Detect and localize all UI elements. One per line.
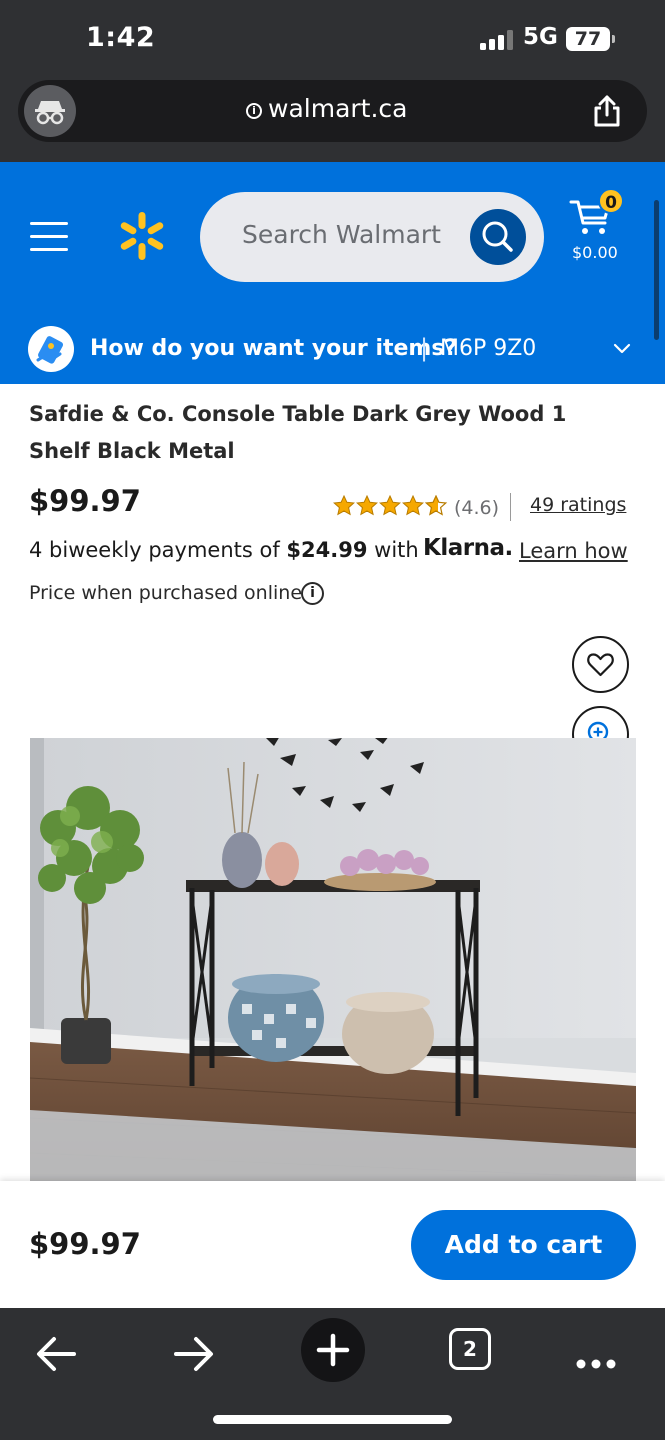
product-title: Safdie & Co. Console Table Dark Grey Woo… [29,402,567,463]
star-icon [402,495,424,515]
delivery-divider: | [420,334,429,362]
klarna-logo: Klarna. [423,535,513,561]
forward-arrow-icon[interactable] [164,1324,224,1384]
delivery-icon [28,326,74,372]
star-icon [379,495,401,515]
product-image[interactable] [30,738,636,1181]
back-arrow-icon[interactable] [26,1324,86,1384]
network-label: 5G [523,24,558,50]
cart-count-badge: 0 [598,188,624,214]
incognito-icon[interactable] [24,85,76,137]
search-button[interactable] [470,209,526,265]
status-bar: 1:42 5G 77 [0,0,665,80]
signal-icon [480,30,514,50]
browser-toolbar: 2 [0,1308,665,1440]
walmart-spark-icon[interactable] [116,210,168,262]
info-icon[interactable]: i [301,582,324,605]
battery-indicator: 77 [566,27,615,51]
rating-divider [510,493,511,521]
installment-with: with [374,538,419,562]
sticky-cart-bar: $99.97 Add to cart [0,1181,665,1308]
installment-amount: $24.99 [286,538,368,562]
tabs-icon[interactable]: 2 [449,1328,491,1370]
chevron-down-icon [613,343,631,354]
cart-button[interactable]: 0 $0.00 [568,188,628,268]
new-tab-button[interactable] [301,1318,365,1382]
url-bar[interactable]: i walmart.ca [18,80,647,142]
home-indicator[interactable] [213,1415,452,1424]
delivery-selector[interactable]: How do you want your items? | M6P 9Z0 [0,314,665,384]
learn-how-link[interactable]: Learn how [519,539,628,563]
browser-url-area: i walmart.ca [0,80,665,162]
search-input[interactable]: Search Walmart [200,192,544,282]
star-half-icon [425,495,447,516]
star-rating[interactable] [333,495,451,517]
plus-icon [316,1333,350,1367]
status-time: 1:42 [86,22,156,53]
star-icon [356,495,378,515]
add-to-cart-button[interactable]: Add to cart [411,1210,636,1280]
star-icon [333,495,355,515]
favorite-button[interactable] [572,636,629,693]
info-icon: i [246,103,262,119]
more-icon[interactable] [566,1324,626,1384]
price-note: Price when purchased online [29,582,303,604]
heart-icon [587,653,614,677]
installment-prefix: 4 biweekly payments of [29,538,280,562]
rating-value: (4.6) [454,497,500,519]
url-domain: walmart.ca [268,94,408,123]
menu-icon[interactable] [30,222,68,252]
search-icon [482,221,513,252]
site-header: Search Walmart 0 $0.00 [0,162,665,314]
page-scrollbar[interactable] [654,200,659,340]
ratings-link[interactable]: 49 ratings [530,494,626,516]
share-icon[interactable] [590,94,624,128]
delivery-question: How do you want your items? [90,336,458,361]
product-price: $99.97 [29,484,141,518]
search-placeholder: Search Walmart [242,220,441,249]
installment-text: 4 biweekly payments of $24.99 with [29,538,419,562]
url-text[interactable]: i walmart.ca [246,94,407,123]
cart-total: $0.00 [572,243,618,262]
sticky-price: $99.97 [29,1227,141,1261]
postal-code: M6P 9Z0 [440,336,537,361]
